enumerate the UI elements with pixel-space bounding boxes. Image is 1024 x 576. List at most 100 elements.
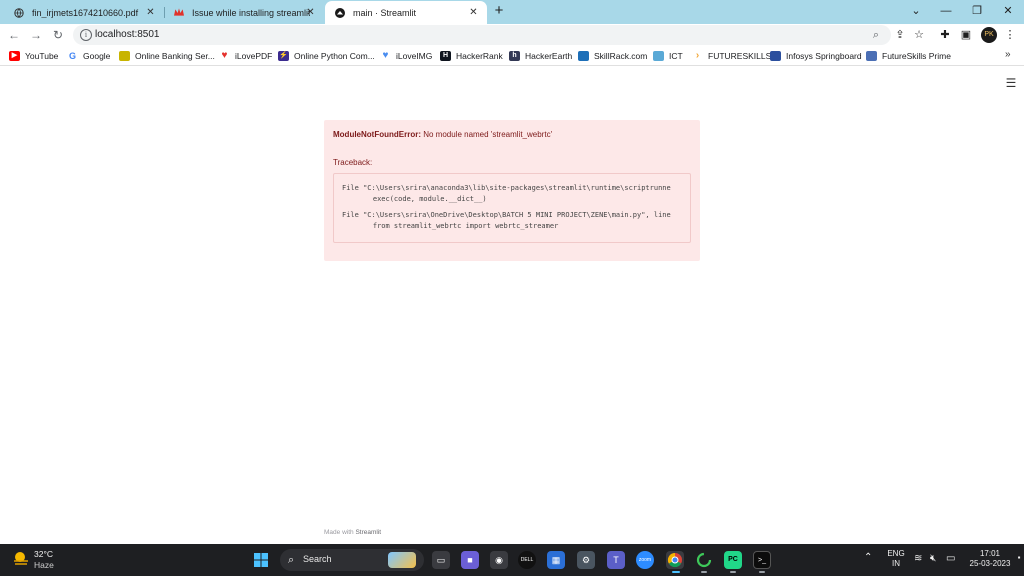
tab-pdf[interactable]: fin_irjmets1674210660.pdf ✕	[4, 1, 164, 24]
chat-icon[interactable]: ■	[461, 551, 479, 569]
running-indicator	[672, 571, 680, 573]
tab-title: main · Streamlit	[353, 7, 417, 18]
youtube-icon: ▶	[9, 51, 20, 61]
bookmark-futureskills[interactable]: › FUTURESKILLS	[692, 49, 771, 63]
minimize-button[interactable]: —	[938, 3, 954, 19]
weather-temperature[interactable]: 32°C	[34, 549, 53, 559]
globe-icon	[14, 7, 24, 18]
bookmark-hackerrank[interactable]: H HackerRank	[440, 49, 503, 63]
maximize-button[interactable]: ❐	[969, 3, 985, 19]
bookmark-infosys[interactable]: Infosys Springboard	[770, 49, 862, 63]
camera-icon[interactable]: ◉	[490, 551, 508, 569]
task-view-icon[interactable]: ▭	[432, 551, 450, 569]
close-tab-icon[interactable]: ✕	[468, 7, 479, 18]
close-tab-icon[interactable]: ✕	[145, 7, 156, 18]
bookmark-futureskills-prime[interactable]: FutureSkills Prime	[866, 49, 951, 63]
volume-muted-icon[interactable]: 🔇︎	[930, 554, 936, 564]
browser-toolbar: ← → ↻ i localhost:8501 ⌕ ⇪ ☆ ✚ ▣ PK ⋮	[0, 24, 1024, 46]
extensions-icon[interactable]: ✚	[938, 28, 952, 42]
start-icon[interactable]	[252, 551, 270, 569]
battery-icon[interactable]: ▭	[946, 554, 955, 564]
side-panel-icon[interactable]: ▣	[959, 28, 973, 42]
traceback-label: Traceback:	[333, 158, 373, 167]
error-heading: ModuleNotFoundError: No module named 'st…	[333, 130, 552, 139]
error-type: ModuleNotFoundError:	[333, 130, 421, 139]
profile-avatar[interactable]: PK	[981, 27, 997, 43]
dell-icon[interactable]: DELL	[518, 551, 536, 569]
reload-icon[interactable]: ↻	[50, 27, 66, 43]
close-tab-icon[interactable]: ✕	[305, 7, 316, 18]
streamlit-link[interactable]: Streamlit	[355, 529, 381, 536]
bookmark-star-icon[interactable]: ☆	[912, 28, 926, 42]
store-icon[interactable]: ▦	[547, 551, 565, 569]
chevron-icon: ›	[695, 50, 700, 61]
loading-app-icon[interactable]	[695, 551, 713, 569]
share-icon[interactable]: ⇪	[893, 28, 907, 42]
error-message: No module named 'streamlit_webrtc'	[420, 130, 553, 139]
search-label: Search	[303, 554, 332, 564]
futureskills-prime-icon	[866, 51, 877, 61]
more-bookmarks-icon[interactable]: »	[1005, 49, 1011, 60]
skillrack-icon	[578, 51, 589, 61]
tab-issue[interactable]: Issue while installing streamlit we ✕	[164, 1, 324, 24]
bookmark-youtube[interactable]: ▶ YouTube	[9, 49, 58, 63]
error-panel: ModuleNotFoundError: No module named 'st…	[324, 120, 700, 261]
bookmark-google[interactable]: G Google	[67, 49, 110, 63]
pycharm-icon[interactable]: PC	[724, 551, 742, 569]
bookmark-ilovepdf[interactable]: ♥ iLovePDF	[219, 49, 273, 63]
hamburger-menu-icon[interactable]: ☰	[1005, 77, 1017, 89]
new-tab-button[interactable]: +	[491, 3, 507, 19]
taskbar-search[interactable]: ⌕ Search	[280, 549, 424, 571]
hackerearth-icon: h	[509, 51, 520, 61]
site-info-icon[interactable]: i	[80, 29, 92, 41]
weather-haze-icon[interactable]	[12, 550, 30, 568]
wifi-icon[interactable]: ≋	[914, 554, 922, 564]
tab-streamlit[interactable]: main · Streamlit ✕	[325, 1, 487, 24]
language-top: ENG	[887, 549, 905, 558]
bookmark-iloveimg[interactable]: ♥ iLoveIMG	[380, 49, 433, 63]
clock-time: 17:01	[979, 549, 1001, 558]
close-window-button[interactable]: ✕	[1000, 3, 1016, 19]
url-text: localhost:8501	[95, 29, 160, 40]
search-highlight-icon	[388, 552, 416, 568]
heart-icon: ♥	[221, 50, 228, 61]
tab-search-icon[interactable]: ⌄	[908, 3, 924, 19]
google-icon: G	[68, 51, 76, 61]
hackerrank-icon: H	[440, 51, 451, 61]
traceback-line: File "C:\Users\srira\anaconda3\lib\site-…	[342, 184, 671, 192]
bookmark-python[interactable]: ⚡ Online Python Com...	[278, 49, 375, 63]
bookmarks-bar: ▶ YouTube G Google Online Banking Ser... ♥…	[0, 46, 1024, 66]
settings-icon[interactable]: ⚙	[577, 551, 595, 569]
streamlit-logo-icon	[335, 7, 345, 18]
made-with-footer: Made with Streamlit	[324, 529, 382, 536]
bank-icon	[119, 51, 130, 61]
bookmark-skillrack[interactable]: SkillRack.com	[578, 49, 647, 63]
ict-icon	[653, 51, 664, 61]
bookmark-banking[interactable]: Online Banking Ser...	[119, 49, 215, 63]
language-indicator[interactable]: ENG IN	[884, 549, 908, 569]
show-hidden-icons-chevron-icon[interactable]: ⌃	[864, 553, 872, 563]
heart-icon: ♥	[382, 50, 389, 61]
notification-icon[interactable]: ▪	[1016, 553, 1022, 563]
infosys-icon	[770, 51, 781, 61]
language-bottom: IN	[892, 559, 900, 568]
forward-icon[interactable]: →	[28, 27, 44, 43]
zoom-app-icon[interactable]: zoom	[636, 551, 654, 569]
weather-condition[interactable]: Haze	[34, 560, 54, 570]
traceback-line: from streamlit_webrtc import webrtc_stre…	[356, 222, 559, 230]
teams-icon[interactable]: T	[607, 551, 625, 569]
bookmark-hackerearth[interactable]: h HackerEarth	[509, 49, 572, 63]
chrome-icon[interactable]	[666, 551, 684, 569]
back-icon[interactable]: ←	[6, 27, 22, 43]
terminal-icon[interactable]: >_	[753, 551, 771, 569]
traceback-code-block[interactable]: File "C:\Users\srira\anaconda3\lib\site-…	[333, 173, 691, 243]
bookmark-ict[interactable]: ICT	[653, 49, 683, 63]
running-indicator	[701, 571, 707, 573]
traceback-line: exec(code, module.__dict__)	[356, 195, 487, 203]
python-compiler-icon: ⚡	[278, 51, 289, 61]
clock[interactable]: 17:01 25-03-2023	[965, 549, 1015, 569]
address-bar[interactable]: i localhost:8501 ⌕	[73, 25, 891, 45]
tab-title: fin_irjmets1674210660.pdf	[32, 7, 139, 18]
zoom-icon[interactable]: ⌕	[869, 28, 883, 42]
browser-menu-icon[interactable]: ⋮	[1003, 28, 1017, 42]
